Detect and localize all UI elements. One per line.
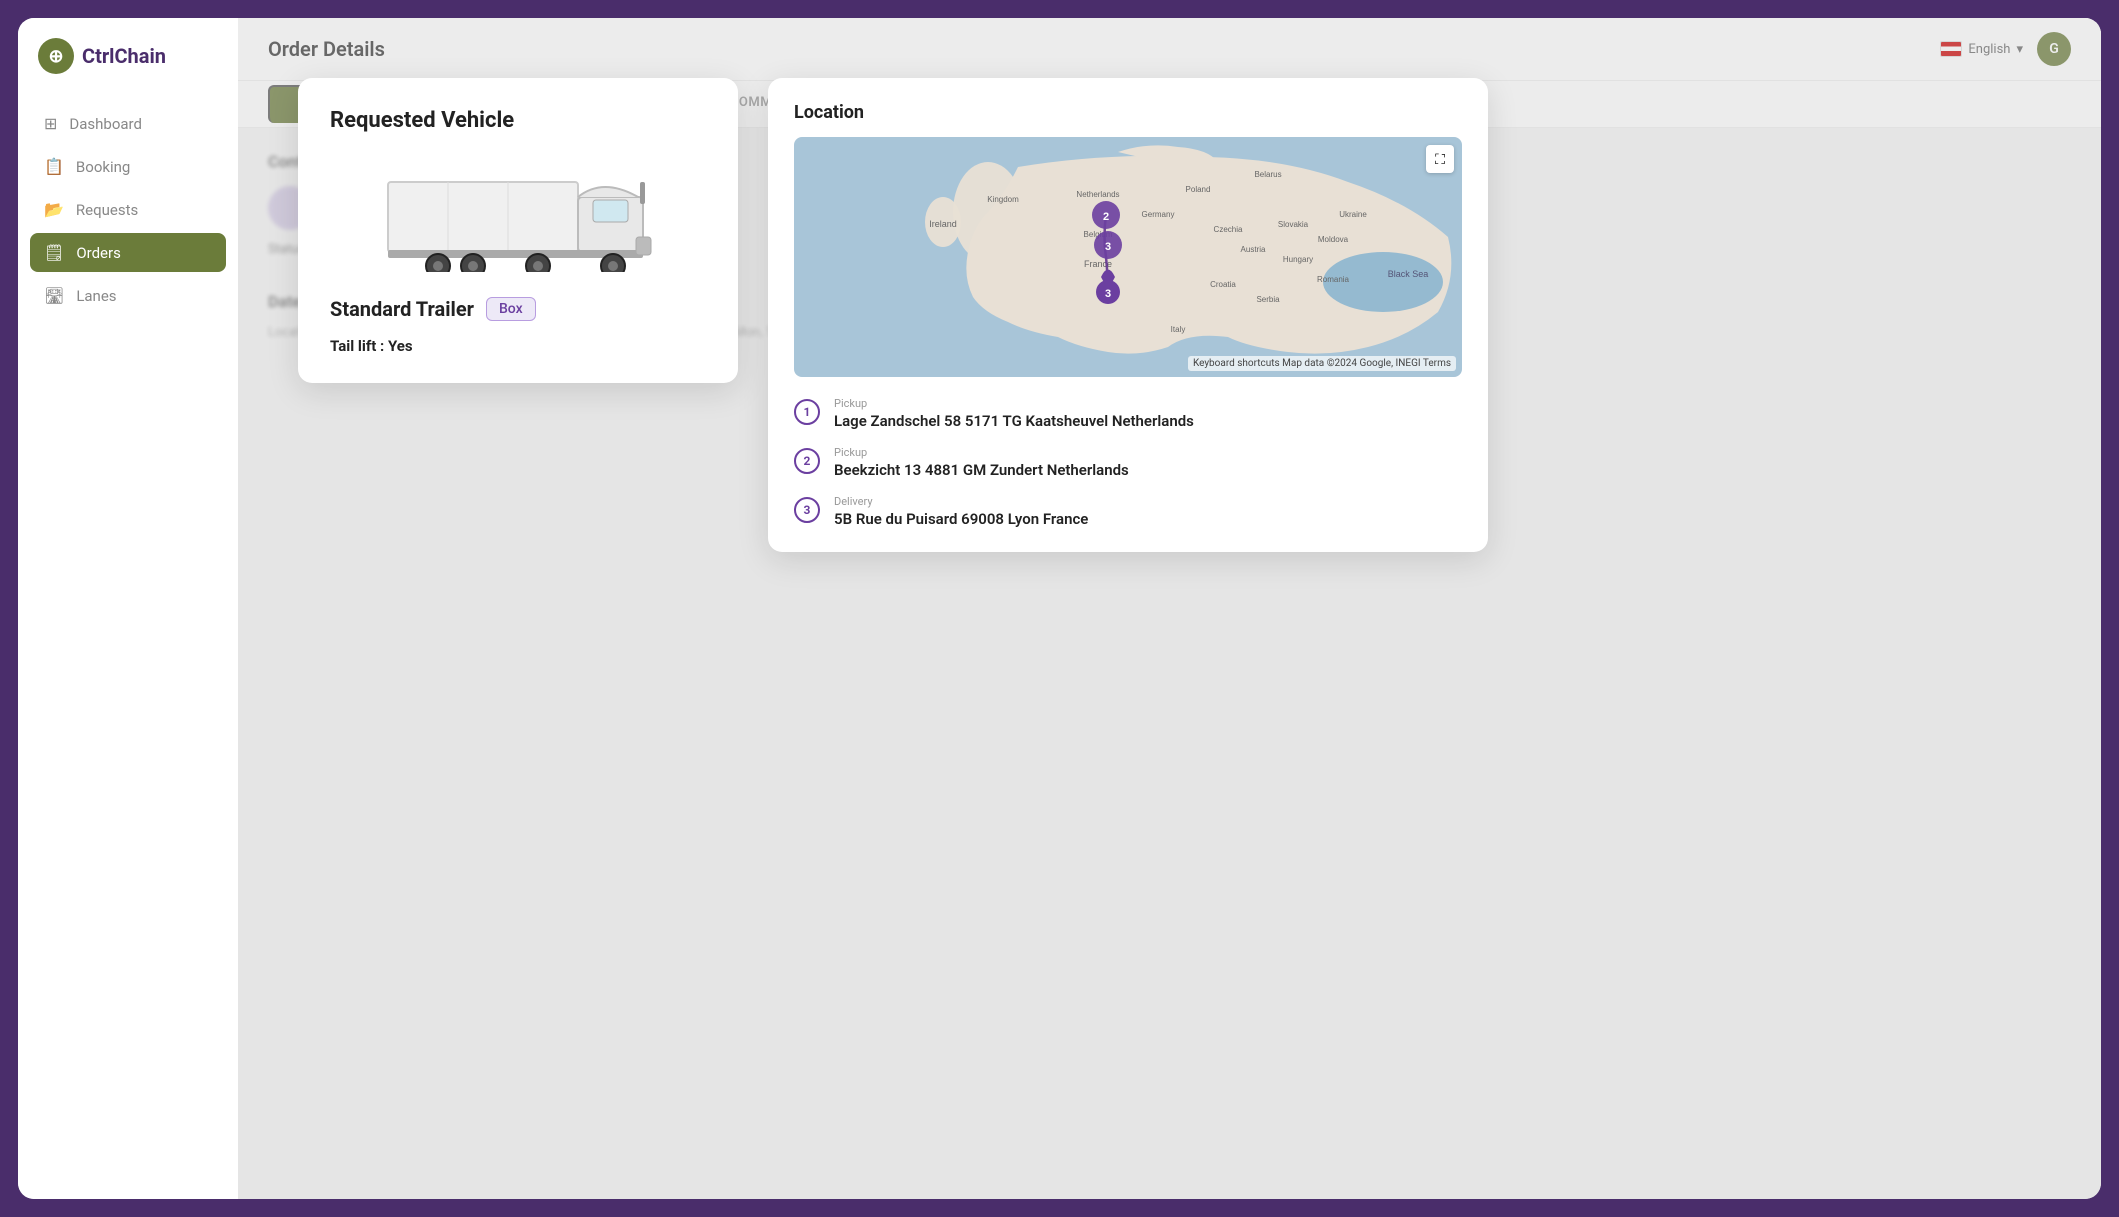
sidebar-item-label: Booking [76, 158, 130, 176]
sidebar-item-label: Requests [76, 201, 138, 219]
sidebar-item-label: Lanes [76, 287, 116, 305]
stop-2-type: Pickup [834, 446, 1129, 459]
sidebar-item-dashboard[interactable]: ⊞ Dashboard [30, 104, 226, 143]
requests-icon: 📂 [44, 200, 64, 219]
svg-text:Moldova: Moldova [1318, 235, 1349, 244]
stop-number-3: 3 [794, 497, 820, 523]
stop-number-1: 1 [794, 399, 820, 425]
svg-text:Ukraine: Ukraine [1339, 210, 1367, 219]
svg-text:3: 3 [1105, 241, 1111, 253]
vehicle-name: Standard Trailer [330, 297, 474, 321]
stop-1-info: Pickup Lage Zandschel 58 5171 TG Kaatshe… [834, 397, 1194, 430]
sidebar-nav: ⊞ Dashboard 📋 Booking 📂 Requests 🗒 Order… [18, 104, 238, 315]
tail-lift-label: Tail lift [330, 337, 376, 355]
svg-text:Italy: Italy [1171, 325, 1186, 334]
svg-text:Croatia: Croatia [1210, 280, 1236, 289]
sidebar-item-orders[interactable]: 🗒 Orders [30, 233, 226, 272]
stop-1-type: Pickup [834, 397, 1194, 410]
dashboard-icon: ⊞ [44, 114, 57, 133]
location-modal: Location [768, 78, 1488, 552]
svg-text:Serbia: Serbia [1256, 295, 1280, 304]
main-content: Order Details English ▾ G INFO CARGO DOC… [238, 18, 2101, 1199]
truck-svg [378, 162, 658, 272]
vehicle-card: Requested Vehicle [298, 78, 738, 383]
svg-text:Germany: Germany [1142, 210, 1175, 219]
logo-icon: ⊕ [38, 38, 74, 74]
map-fullscreen-button[interactable]: ⛶ [1426, 145, 1454, 173]
svg-text:2: 2 [1103, 211, 1109, 223]
location-item-2: 2 Pickup Beekzicht 13 4881 GM Zundert Ne… [794, 446, 1462, 479]
sidebar-item-booking[interactable]: 📋 Booking [30, 147, 226, 186]
map-svg: Ireland Kingdom Netherlands Poland Belar… [794, 137, 1462, 377]
sidebar-item-lanes[interactable]: 🛣 Lanes [30, 276, 226, 315]
stop-1-address: Lage Zandschel 58 5171 TG Kaatsheuvel Ne… [834, 412, 1194, 430]
svg-text:Romania: Romania [1317, 275, 1350, 284]
svg-text:Belarus: Belarus [1254, 170, 1281, 179]
svg-text:Ireland: Ireland [929, 219, 957, 229]
svg-text:Netherlands: Netherlands [1076, 190, 1119, 199]
svg-text:Slovakia: Slovakia [1278, 220, 1309, 229]
vehicle-type-badge: Box [486, 297, 536, 321]
stop-3-address: 5B Rue du Puisard 69008 Lyon France [834, 510, 1088, 528]
sidebar-item-requests[interactable]: 📂 Requests [30, 190, 226, 229]
app-container: ⊕ CtrlChain ⊞ Dashboard 📋 Booking 📂 Requ… [18, 18, 2101, 1199]
sidebar: ⊕ CtrlChain ⊞ Dashboard 📋 Booking 📂 Requ… [18, 18, 238, 1199]
svg-text:Kingdom: Kingdom [987, 195, 1019, 204]
location-title: Location [794, 102, 1462, 123]
location-item-1: 1 Pickup Lage Zandschel 58 5171 TG Kaats… [794, 397, 1462, 430]
vehicle-name-row: Standard Trailer Box [330, 297, 706, 321]
orders-icon: 🗒 [44, 243, 64, 262]
vehicle-card-title: Requested Vehicle [330, 108, 706, 133]
location-items: 1 Pickup Lage Zandschel 58 5171 TG Kaats… [794, 397, 1462, 528]
svg-text:Hungary: Hungary [1283, 255, 1313, 264]
sidebar-logo: ⊕ CtrlChain [18, 38, 238, 104]
tail-lift-value: Yes [388, 337, 413, 355]
map-attribution: Keyboard shortcuts Map data ©2024 Google… [1188, 356, 1456, 371]
lanes-icon: 🛣 [44, 286, 64, 305]
svg-text:Czechia: Czechia [1214, 225, 1243, 234]
truck-illustration [330, 157, 706, 277]
svg-text:Austria: Austria [1241, 245, 1266, 254]
modal-backdrop: Requested Vehicle [238, 18, 2101, 1199]
stop-3-info: Delivery 5B Rue du Puisard 69008 Lyon Fr… [834, 495, 1088, 528]
svg-text:Black Sea: Black Sea [1388, 269, 1429, 279]
stop-3-type: Delivery [834, 495, 1088, 508]
booking-icon: 📋 [44, 157, 64, 176]
app-name: CtrlChain [82, 44, 166, 68]
stop-2-address: Beekzicht 13 4881 GM Zundert Netherlands [834, 461, 1129, 479]
tail-lift-info: Tail lift : Yes [330, 337, 706, 355]
stop-2-info: Pickup Beekzicht 13 4881 GM Zundert Neth… [834, 446, 1129, 479]
svg-text:Poland: Poland [1186, 185, 1211, 194]
sidebar-item-label: Dashboard [69, 115, 142, 133]
svg-text:3: 3 [1105, 288, 1111, 300]
map-container: Ireland Kingdom Netherlands Poland Belar… [794, 137, 1462, 377]
sidebar-item-label: Orders [76, 244, 121, 262]
location-item-3: 3 Delivery 5B Rue du Puisard 69008 Lyon … [794, 495, 1462, 528]
stop-number-2: 2 [794, 448, 820, 474]
